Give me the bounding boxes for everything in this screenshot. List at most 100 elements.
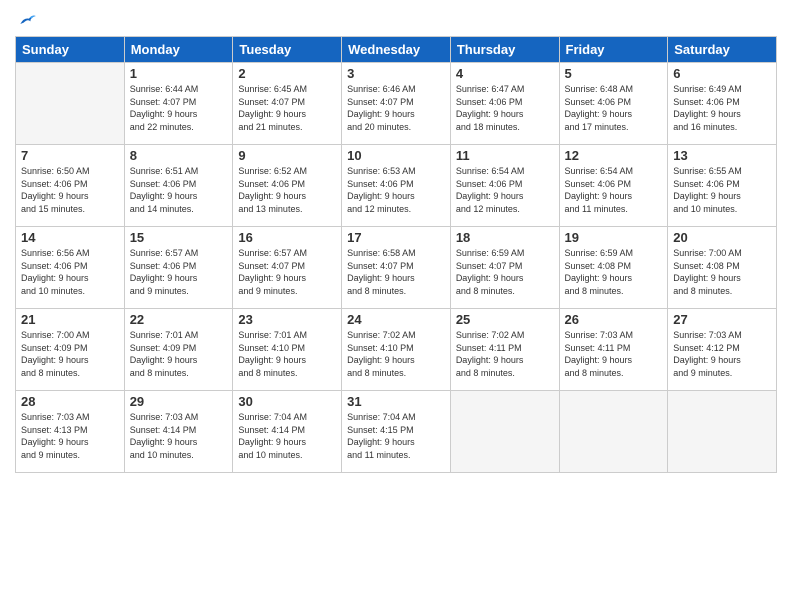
calendar-cell: 21Sunrise: 7:00 AM Sunset: 4:09 PM Dayli… xyxy=(16,309,125,391)
calendar-cell: 15 Sunrise: 6:57 AM Sunset: 4:06 PM Dayli… xyxy=(124,227,233,309)
day-number: 19 xyxy=(565,230,663,245)
calendar-cell: 30Sunrise: 7:04 AM Sunset: 4:14 PM Dayli… xyxy=(233,391,342,473)
day-info: Sunrise: 6:48 AM Sunset: 4:06 PM Dayligh… xyxy=(565,83,663,133)
day-info: Sunrise: 6:57 AM Sunset: 4:06 PM Dayligh… xyxy=(130,247,228,297)
calendar-cell: 17Sunrise: 6:58 AM Sunset: 4:07 PM Dayli… xyxy=(342,227,451,309)
calendar-cell: 24Sunrise: 7:02 AM Sunset: 4:10 PM Dayli… xyxy=(342,309,451,391)
day-number: 15 xyxy=(130,230,228,245)
day-number: 18 xyxy=(456,230,554,245)
day-info: Sunrise: 6:54 AM Sunset: 4:06 PM Dayligh… xyxy=(565,165,663,215)
day-number: 28 xyxy=(21,394,119,409)
day-info: Sunrise: 6:59 AM Sunset: 4:07 PM Dayligh… xyxy=(456,247,554,297)
day-number: 21 xyxy=(21,312,119,327)
day-number: 29 xyxy=(130,394,228,409)
day-info: Sunrise: 6:46 AM Sunset: 4:07 PM Dayligh… xyxy=(347,83,445,133)
week-row-3: 14 Sunrise: 6:56 AM Sunset: 4:06 PM Dayli… xyxy=(16,227,777,309)
weekday-header-friday: Friday xyxy=(559,37,668,63)
day-info: Sunrise: 7:03 AM Sunset: 4:14 PM Dayligh… xyxy=(130,411,228,461)
calendar-cell: 3 Sunrise: 6:46 AM Sunset: 4:07 PM Daylig… xyxy=(342,63,451,145)
day-info: Sunrise: 6:54 AM Sunset: 4:06 PM Dayligh… xyxy=(456,165,554,215)
day-info: Sunrise: 6:56 AM Sunset: 4:06 PM Dayligh… xyxy=(21,247,119,297)
calendar-cell: 7 Sunrise: 6:50 AM Sunset: 4:06 PM Daylig… xyxy=(16,145,125,227)
day-number: 8 xyxy=(130,148,228,163)
day-info: Sunrise: 6:50 AM Sunset: 4:06 PM Dayligh… xyxy=(21,165,119,215)
day-number: 13 xyxy=(673,148,771,163)
calendar-table: SundayMondayTuesdayWednesdayThursdayFrid… xyxy=(15,36,777,473)
weekday-header-wednesday: Wednesday xyxy=(342,37,451,63)
calendar-cell: 26 Sunrise: 7:03 AM Sunset: 4:11 PM Dayli… xyxy=(559,309,668,391)
calendar-cell: 25 Sunrise: 7:02 AM Sunset: 4:11 PM Dayli… xyxy=(450,309,559,391)
day-number: 3 xyxy=(347,66,445,81)
day-info: Sunrise: 7:02 AM Sunset: 4:10 PM Dayligh… xyxy=(347,329,445,379)
day-number: 4 xyxy=(456,66,554,81)
logo xyxy=(15,10,37,28)
calendar-cell: 8 Sunrise: 6:51 AM Sunset: 4:06 PM Daylig… xyxy=(124,145,233,227)
day-info: Sunrise: 6:57 AM Sunset: 4:07 PM Dayligh… xyxy=(238,247,336,297)
day-number: 27 xyxy=(673,312,771,327)
day-info: Sunrise: 7:00 AM Sunset: 4:08 PM Dayligh… xyxy=(673,247,771,297)
day-info: Sunrise: 6:58 AM Sunset: 4:07 PM Dayligh… xyxy=(347,247,445,297)
calendar-cell: 16 Sunrise: 6:57 AM Sunset: 4:07 PM Dayli… xyxy=(233,227,342,309)
calendar-cell: 10Sunrise: 6:53 AM Sunset: 4:06 PM Dayli… xyxy=(342,145,451,227)
calendar-cell: 6 Sunrise: 6:49 AM Sunset: 4:06 PM Daylig… xyxy=(668,63,777,145)
day-info: Sunrise: 7:02 AM Sunset: 4:11 PM Dayligh… xyxy=(456,329,554,379)
calendar-cell: 13 Sunrise: 6:55 AM Sunset: 4:06 PM Dayli… xyxy=(668,145,777,227)
logo-bird-icon xyxy=(17,10,37,30)
calendar-cell xyxy=(668,391,777,473)
week-row-2: 7 Sunrise: 6:50 AM Sunset: 4:06 PM Daylig… xyxy=(16,145,777,227)
calendar-cell xyxy=(16,63,125,145)
calendar-cell: 18 Sunrise: 6:59 AM Sunset: 4:07 PM Dayli… xyxy=(450,227,559,309)
calendar-cell: 28 Sunrise: 7:03 AM Sunset: 4:13 PM Dayli… xyxy=(16,391,125,473)
calendar-cell: 14 Sunrise: 6:56 AM Sunset: 4:06 PM Dayli… xyxy=(16,227,125,309)
calendar-cell: 27 Sunrise: 7:03 AM Sunset: 4:12 PM Dayli… xyxy=(668,309,777,391)
day-number: 9 xyxy=(238,148,336,163)
calendar-cell: 23Sunrise: 7:01 AM Sunset: 4:10 PM Dayli… xyxy=(233,309,342,391)
day-number: 2 xyxy=(238,66,336,81)
calendar-cell: 4 Sunrise: 6:47 AM Sunset: 4:06 PM Daylig… xyxy=(450,63,559,145)
page-header xyxy=(15,10,777,28)
calendar-cell: 2 Sunrise: 6:45 AM Sunset: 4:07 PM Daylig… xyxy=(233,63,342,145)
page-container: SundayMondayTuesdayWednesdayThursdayFrid… xyxy=(0,0,792,612)
day-number: 23 xyxy=(238,312,336,327)
day-info: Sunrise: 7:04 AM Sunset: 4:15 PM Dayligh… xyxy=(347,411,445,461)
day-info: Sunrise: 7:03 AM Sunset: 4:12 PM Dayligh… xyxy=(673,329,771,379)
day-number: 7 xyxy=(21,148,119,163)
day-number: 25 xyxy=(456,312,554,327)
day-number: 12 xyxy=(565,148,663,163)
weekday-header-row: SundayMondayTuesdayWednesdayThursdayFrid… xyxy=(16,37,777,63)
calendar-cell: 12 Sunrise: 6:54 AM Sunset: 4:06 PM Dayli… xyxy=(559,145,668,227)
day-info: Sunrise: 7:01 AM Sunset: 4:09 PM Dayligh… xyxy=(130,329,228,379)
day-info: Sunrise: 6:51 AM Sunset: 4:06 PM Dayligh… xyxy=(130,165,228,215)
day-info: Sunrise: 6:52 AM Sunset: 4:06 PM Dayligh… xyxy=(238,165,336,215)
calendar-cell: 9 Sunrise: 6:52 AM Sunset: 4:06 PM Daylig… xyxy=(233,145,342,227)
day-number: 11 xyxy=(456,148,554,163)
day-info: Sunrise: 6:45 AM Sunset: 4:07 PM Dayligh… xyxy=(238,83,336,133)
calendar-cell: 20 Sunrise: 7:00 AM Sunset: 4:08 PM Dayli… xyxy=(668,227,777,309)
day-number: 26 xyxy=(565,312,663,327)
week-row-4: 21Sunrise: 7:00 AM Sunset: 4:09 PM Dayli… xyxy=(16,309,777,391)
day-info: Sunrise: 6:49 AM Sunset: 4:06 PM Dayligh… xyxy=(673,83,771,133)
weekday-header-thursday: Thursday xyxy=(450,37,559,63)
day-number: 31 xyxy=(347,394,445,409)
calendar-cell: 19 Sunrise: 6:59 AM Sunset: 4:08 PM Dayli… xyxy=(559,227,668,309)
day-number: 6 xyxy=(673,66,771,81)
day-number: 16 xyxy=(238,230,336,245)
day-number: 14 xyxy=(21,230,119,245)
day-number: 5 xyxy=(565,66,663,81)
day-info: Sunrise: 6:47 AM Sunset: 4:06 PM Dayligh… xyxy=(456,83,554,133)
calendar-cell: 22 Sunrise: 7:01 AM Sunset: 4:09 PM Dayli… xyxy=(124,309,233,391)
day-info: Sunrise: 7:03 AM Sunset: 4:11 PM Dayligh… xyxy=(565,329,663,379)
day-info: Sunrise: 6:44 AM Sunset: 4:07 PM Dayligh… xyxy=(130,83,228,133)
day-info: Sunrise: 6:55 AM Sunset: 4:06 PM Dayligh… xyxy=(673,165,771,215)
calendar-cell: 29 Sunrise: 7:03 AM Sunset: 4:14 PM Dayli… xyxy=(124,391,233,473)
weekday-header-tuesday: Tuesday xyxy=(233,37,342,63)
day-number: 20 xyxy=(673,230,771,245)
day-info: Sunrise: 7:03 AM Sunset: 4:13 PM Dayligh… xyxy=(21,411,119,461)
calendar-cell xyxy=(450,391,559,473)
weekday-header-monday: Monday xyxy=(124,37,233,63)
day-info: Sunrise: 6:59 AM Sunset: 4:08 PM Dayligh… xyxy=(565,247,663,297)
day-number: 22 xyxy=(130,312,228,327)
day-number: 1 xyxy=(130,66,228,81)
day-info: Sunrise: 6:53 AM Sunset: 4:06 PM Dayligh… xyxy=(347,165,445,215)
weekday-header-sunday: Sunday xyxy=(16,37,125,63)
